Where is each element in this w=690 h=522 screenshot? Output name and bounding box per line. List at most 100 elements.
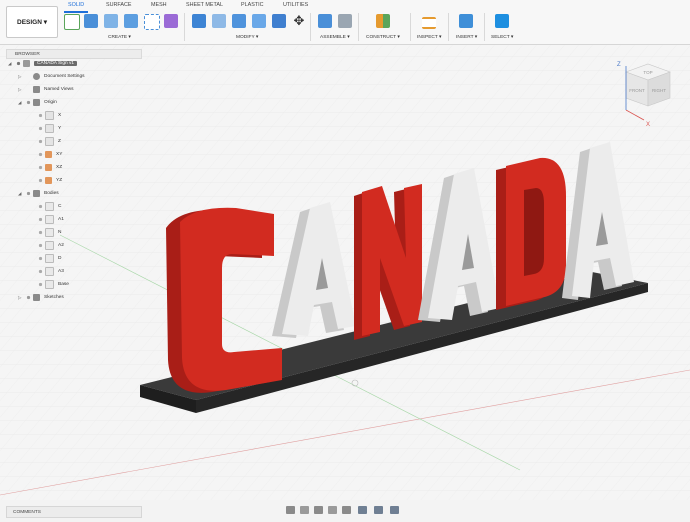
- eye-icon[interactable]: [24, 100, 33, 105]
- inspect-menu[interactable]: INSPECT ▾: [417, 35, 441, 40]
- browser-root-item[interactable]: ◢ CANADA Sign v1: [8, 59, 78, 68]
- tab-mesh[interactable]: MESH: [151, 2, 167, 8]
- shell-icon[interactable]: [232, 14, 246, 28]
- browser-item-label: D: [58, 256, 62, 261]
- browser-item-bodies[interactable]: ◢ Bodies: [18, 189, 59, 198]
- eye-icon[interactable]: [36, 230, 45, 235]
- eye-icon[interactable]: [36, 152, 45, 157]
- eye-icon[interactable]: [24, 191, 33, 196]
- insert-image-icon[interactable]: [459, 14, 473, 28]
- comments-panel[interactable]: COMMENTS: [6, 506, 142, 518]
- tab-solid[interactable]: SOLID: [68, 2, 84, 8]
- combine-icon[interactable]: [252, 14, 266, 28]
- modify-menu[interactable]: MODIFY ▾: [236, 35, 258, 40]
- eye-icon[interactable]: [36, 113, 45, 118]
- move-icon[interactable]: ✥: [292, 14, 306, 28]
- eye-icon[interactable]: [36, 126, 45, 131]
- measure-icon[interactable]: [422, 17, 436, 29]
- browser-item-body-d[interactable]: D: [36, 254, 61, 263]
- assemble-menu[interactable]: ASSEMBLE ▾: [320, 35, 350, 40]
- eye-icon[interactable]: [36, 178, 45, 183]
- browser-item-label: XY: [56, 152, 63, 157]
- look-at-icon[interactable]: [300, 506, 309, 514]
- insert-menu[interactable]: INSERT ▾: [456, 35, 477, 40]
- browser-item-body-a2[interactable]: A2: [36, 241, 64, 250]
- letter-d-body[interactable]: [496, 157, 566, 310]
- extrude-icon[interactable]: [84, 14, 98, 28]
- display-settings-icon[interactable]: [358, 506, 367, 514]
- browser-item-label: A1: [58, 217, 64, 222]
- eye-icon[interactable]: [36, 256, 45, 261]
- browser-item-yz[interactable]: YZ: [36, 176, 62, 185]
- scale-icon[interactable]: [272, 14, 286, 28]
- eye-icon[interactable]: [36, 165, 45, 170]
- view-cube-right-label: RIGHT: [652, 88, 666, 93]
- browser-item-label: YZ: [56, 178, 63, 183]
- browser-item-label: Y: [58, 126, 62, 131]
- pattern-icon[interactable]: [144, 14, 160, 30]
- new-component-icon[interactable]: [318, 14, 332, 28]
- eye-icon[interactable]: [36, 204, 45, 209]
- offset-plane-icon[interactable]: [376, 14, 390, 28]
- tab-sheet-metal[interactable]: SHEET METAL: [186, 2, 223, 8]
- tab-utilities[interactable]: UTILITIES: [283, 2, 308, 8]
- zoom-icon[interactable]: [328, 506, 337, 514]
- view-cube-z-label: Z: [617, 62, 621, 68]
- browser-item-label: N: [58, 230, 62, 235]
- browser-item-xy[interactable]: XY: [36, 150, 62, 159]
- browser-item-named-views[interactable]: ▷ Named Views: [18, 85, 74, 94]
- browser-item-document-settings[interactable]: ▷ Document Settings: [18, 72, 85, 81]
- browser-item-body-n[interactable]: N: [36, 228, 61, 237]
- navigation-toolbar: [284, 504, 404, 516]
- toolbar-divider: [310, 13, 311, 41]
- browser-item-sketches[interactable]: ▷ Sketches: [18, 293, 64, 302]
- browser-item-label: Sketches: [44, 295, 64, 300]
- create-sketch-icon[interactable]: [64, 14, 80, 30]
- pan-icon[interactable]: [314, 506, 323, 514]
- construct-menu[interactable]: CONSTRUCT ▾: [366, 35, 400, 40]
- revolve-icon[interactable]: [104, 14, 118, 28]
- grid-settings-icon[interactable]: [374, 506, 383, 514]
- browser-item-origin[interactable]: ◢ Origin: [18, 98, 57, 107]
- select-icon[interactable]: [495, 14, 509, 28]
- eye-icon[interactable]: [36, 282, 45, 287]
- design-workspace-button[interactable]: DESIGN ▾: [6, 6, 58, 38]
- select-menu[interactable]: SELECT ▾: [491, 35, 513, 40]
- joint-icon[interactable]: [338, 14, 352, 28]
- browser-item-z[interactable]: Z: [36, 137, 61, 146]
- browser-item-label: Document Settings: [44, 74, 85, 79]
- orbit-icon[interactable]: [286, 506, 295, 514]
- eye-icon[interactable]: [36, 269, 45, 274]
- browser-item-label: Bodies: [44, 191, 59, 196]
- press-pull-icon[interactable]: [192, 14, 206, 28]
- browser-item-label: Base: [58, 282, 69, 287]
- eye-icon[interactable]: [24, 295, 33, 300]
- browser-item-body-c[interactable]: C: [36, 202, 61, 211]
- browser-item-xz[interactable]: XZ: [36, 163, 62, 172]
- browser-item-label: CANADA Sign v1: [34, 61, 78, 66]
- browser-item-label: Origin: [44, 100, 57, 105]
- tab-plastic[interactable]: PLASTIC: [241, 2, 263, 8]
- plane-icon: [45, 151, 52, 158]
- browser-item-label: X: [58, 113, 62, 118]
- tab-surface[interactable]: SURFACE: [106, 2, 131, 8]
- create-menu[interactable]: CREATE ▾: [108, 35, 131, 40]
- browser-item-y[interactable]: Y: [36, 124, 61, 133]
- eye-icon[interactable]: [36, 243, 45, 248]
- browser-item-x[interactable]: X: [36, 111, 61, 120]
- viewports-icon[interactable]: [390, 506, 399, 514]
- browser-item-body-a3[interactable]: A3: [36, 267, 64, 276]
- axis-icon: [45, 124, 54, 133]
- browser-item-body-base[interactable]: Base: [36, 280, 69, 289]
- browser-item-label: Named Views: [44, 87, 74, 92]
- hole-icon[interactable]: [124, 14, 138, 28]
- browser-title: BROWSER: [15, 51, 40, 57]
- fillet-icon[interactable]: [212, 14, 226, 28]
- eye-icon[interactable]: [14, 61, 23, 66]
- eye-icon[interactable]: [36, 139, 45, 144]
- eye-icon[interactable]: [36, 217, 45, 222]
- fit-icon[interactable]: [342, 506, 351, 514]
- form-icon[interactable]: [164, 14, 178, 28]
- browser-item-body-a1[interactable]: A1: [36, 215, 64, 224]
- browser-header[interactable]: BROWSER: [6, 49, 142, 59]
